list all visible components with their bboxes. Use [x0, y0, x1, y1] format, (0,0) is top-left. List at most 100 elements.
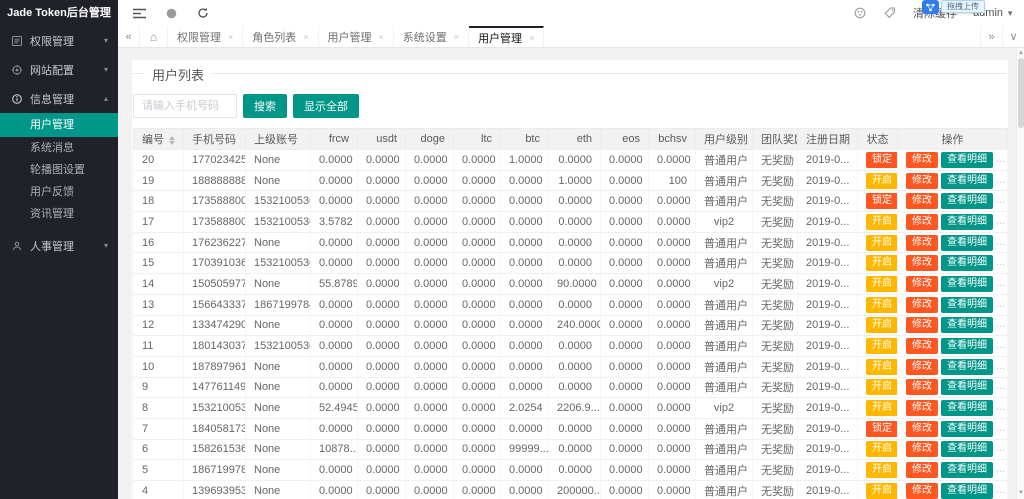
site-icon[interactable] — [164, 6, 178, 20]
view-detail-button[interactable]: 查看明细 — [941, 483, 993, 499]
col-header-15[interactable]: 操作 — [898, 129, 1008, 150]
tab-0[interactable]: 权限管理× — [168, 26, 243, 47]
status-toggle-button[interactable]: 开启 — [866, 462, 898, 478]
modify-button[interactable]: 修改 — [906, 297, 938, 313]
search-button[interactable]: 搜索 — [243, 94, 287, 118]
view-detail-button[interactable]: 查看明细 — [941, 359, 993, 375]
modify-button[interactable]: 修改 — [906, 173, 938, 189]
refresh-icon[interactable] — [196, 6, 210, 20]
status-toggle-button[interactable]: 开启 — [866, 173, 898, 189]
scroll-up-icon[interactable]: ▲ — [1018, 50, 1024, 57]
view-detail-button[interactable]: 查看明细 — [941, 214, 993, 230]
sidebar-item-3[interactable]: 人事管理▾ — [0, 231, 118, 260]
status-toggle-button[interactable]: 开启 — [866, 483, 898, 499]
status-toggle-button[interactable]: 锁定 — [866, 152, 898, 168]
status-toggle-button[interactable]: 开启 — [866, 359, 898, 375]
view-detail-button[interactable]: 查看明细 — [941, 379, 993, 395]
col-header-13[interactable]: 注册日期 — [798, 129, 858, 150]
col-header-10[interactable]: bchsv — [649, 129, 696, 150]
home-tab-icon[interactable]: ⌂ — [140, 26, 168, 47]
tabs-menu-icon[interactable]: ∨ — [1002, 26, 1024, 47]
col-header-7[interactable]: btc — [501, 129, 549, 150]
modify-button[interactable]: 修改 — [906, 483, 938, 499]
col-header-6[interactable]: ltc — [454, 129, 501, 150]
modify-button[interactable]: 修改 — [906, 152, 938, 168]
view-detail-button[interactable]: 查看明细 — [941, 152, 993, 168]
modify-button[interactable]: 修改 — [906, 379, 938, 395]
tab-1[interactable]: 角色列表× — [243, 26, 318, 47]
view-detail-button[interactable]: 查看明细 — [941, 400, 993, 416]
tab-close-icon[interactable]: × — [303, 32, 308, 42]
scroll-thumb[interactable] — [1018, 58, 1024, 128]
show-all-button[interactable]: 显示全部 — [293, 94, 359, 118]
status-toggle-button[interactable]: 开启 — [866, 338, 898, 354]
status-toggle-button[interactable]: 锁定 — [866, 193, 898, 209]
col-header-3[interactable]: frcw — [311, 129, 358, 150]
sidebar-subitem-系统消息[interactable]: 系统消息 — [0, 137, 118, 159]
view-detail-button[interactable]: 查看明细 — [941, 276, 993, 292]
view-detail-button[interactable]: 查看明细 — [941, 193, 993, 209]
view-detail-button[interactable]: 查看明细 — [941, 255, 993, 271]
tab-4-active[interactable]: 用户管理× — [469, 26, 544, 47]
status-toggle-button[interactable]: 开启 — [866, 379, 898, 395]
modify-button[interactable]: 修改 — [906, 235, 938, 251]
tab-close-icon[interactable]: × — [379, 32, 384, 42]
modify-button[interactable]: 修改 — [906, 359, 938, 375]
modify-button[interactable]: 修改 — [906, 338, 938, 354]
tab-close-icon[interactable]: × — [529, 33, 534, 43]
sidebar-subitem-用户管理[interactable]: 用户管理 — [0, 113, 118, 137]
view-detail-button[interactable]: 查看明细 — [941, 338, 993, 354]
modify-button[interactable]: 修改 — [906, 276, 938, 292]
col-header-11[interactable]: 用户级别 — [696, 129, 753, 150]
phone-search-input[interactable] — [133, 94, 237, 118]
sidebar-item-0[interactable]: 权限管理▾ — [0, 26, 118, 55]
modify-button[interactable]: 修改 — [906, 255, 938, 271]
col-header-0[interactable]: 编号 — [134, 129, 184, 150]
col-header-14[interactable]: 状态 — [858, 129, 898, 150]
status-toggle-button[interactable]: 开启 — [866, 297, 898, 313]
status-toggle-button[interactable]: 开启 — [866, 214, 898, 230]
view-detail-button[interactable]: 查看明细 — [941, 317, 993, 333]
tab-close-icon[interactable]: × — [454, 32, 459, 42]
theme-palette-icon[interactable] — [853, 6, 867, 20]
sidebar-item-2[interactable]: 信息管理▴ — [0, 84, 118, 113]
col-header-5[interactable]: doge — [406, 129, 454, 150]
view-detail-button[interactable]: 查看明细 — [941, 421, 993, 437]
tab-2[interactable]: 用户管理× — [319, 26, 394, 47]
modify-button[interactable]: 修改 — [906, 317, 938, 333]
tab-close-icon[interactable]: × — [228, 32, 233, 42]
sidebar-item-1[interactable]: 网站配置▾ — [0, 55, 118, 84]
status-toggle-button[interactable]: 开启 — [866, 400, 898, 416]
scroll-down-icon[interactable]: ▼ — [1018, 490, 1024, 497]
col-header-12[interactable]: 团队奖励 — [753, 129, 798, 150]
view-detail-button[interactable]: 查看明细 — [941, 173, 993, 189]
view-detail-button[interactable]: 查看明细 — [941, 235, 993, 251]
view-detail-button[interactable]: 查看明细 — [941, 441, 993, 457]
modify-button[interactable]: 修改 — [906, 421, 938, 437]
collapse-menu-icon[interactable] — [132, 6, 146, 20]
modify-button[interactable]: 修改 — [906, 400, 938, 416]
status-toggle-button[interactable]: 开启 — [866, 235, 898, 251]
modify-button[interactable]: 修改 — [906, 214, 938, 230]
col-header-9[interactable]: eos — [601, 129, 649, 150]
col-header-1[interactable]: 手机号码 — [184, 129, 246, 150]
status-toggle-button[interactable]: 开启 — [866, 255, 898, 271]
view-detail-button[interactable]: 查看明细 — [941, 297, 993, 313]
sort-icon[interactable] — [169, 136, 175, 145]
col-header-8[interactable]: eth — [549, 129, 601, 150]
status-toggle-button[interactable]: 开启 — [866, 441, 898, 457]
col-header-4[interactable]: usdt — [358, 129, 406, 150]
tabs-scroll-right-icon[interactable]: » — [980, 26, 1002, 47]
status-toggle-button[interactable]: 开启 — [866, 276, 898, 292]
col-header-2[interactable]: 上级账号 — [246, 129, 311, 150]
sidebar-subitem-资讯管理[interactable]: 资讯管理 — [0, 203, 118, 225]
tab-3[interactable]: 系统设置× — [394, 26, 469, 47]
modify-button[interactable]: 修改 — [906, 193, 938, 209]
modify-button[interactable]: 修改 — [906, 441, 938, 457]
status-toggle-button[interactable]: 开启 — [866, 317, 898, 333]
tabs-scroll-left-icon[interactable]: « — [118, 26, 140, 47]
extension-badge-icon[interactable] — [922, 0, 939, 14]
modify-button[interactable]: 修改 — [906, 462, 938, 478]
status-toggle-button[interactable]: 锁定 — [866, 421, 898, 437]
page-scrollbar[interactable]: ▲ ▼ — [1016, 48, 1024, 499]
